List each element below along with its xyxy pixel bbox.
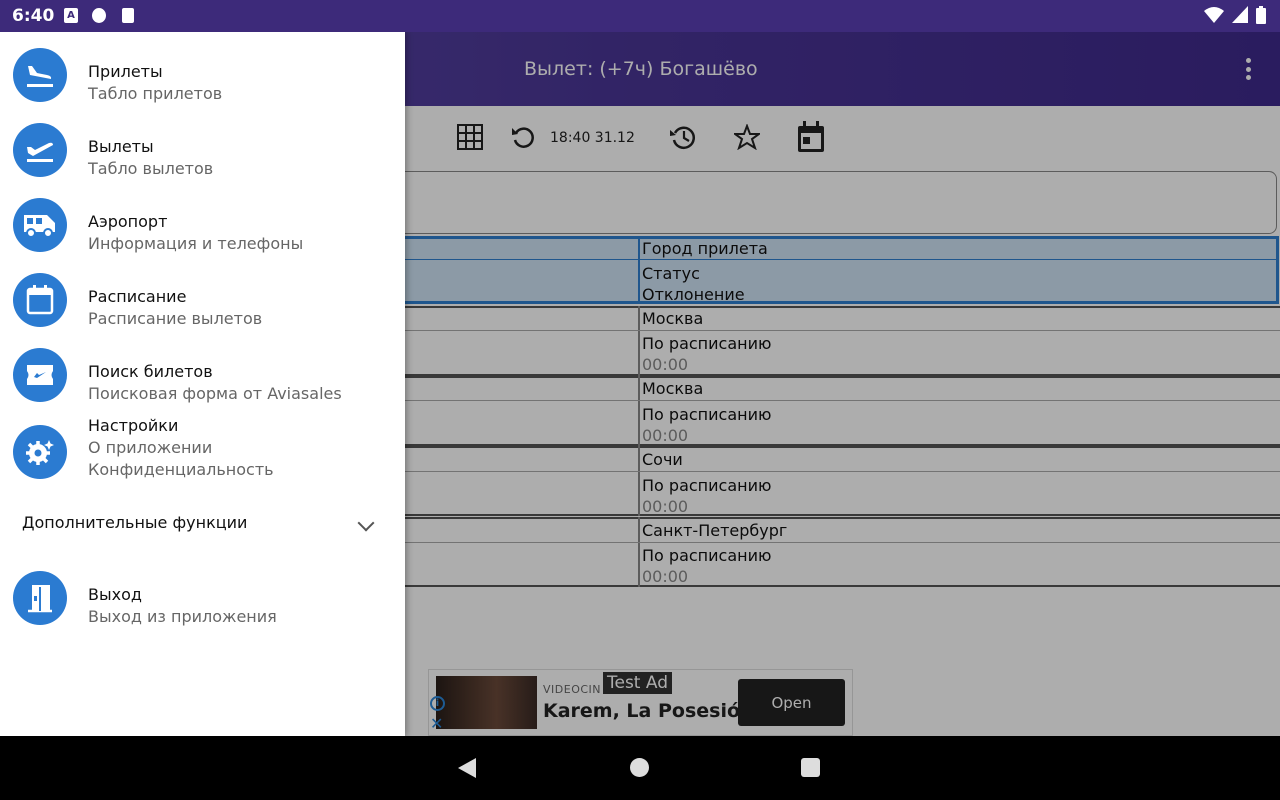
status-time: 6:40 (12, 6, 55, 26)
notification-app-icon (92, 8, 106, 23)
drawer-item-departures[interactable]: Вылеты Табло вылетов (0, 117, 405, 187)
flight-land-icon (13, 48, 67, 102)
drawer-item-subtitle: Поисковая форма от Aviasales (88, 384, 342, 403)
drawer-item-arrivals[interactable]: Прилеты Табло прилетов (0, 42, 405, 112)
drawer-item-exit[interactable]: Выход Выход из приложения (0, 565, 405, 635)
cell-signal-icon (1232, 6, 1248, 23)
drawer-item-title: Прилеты (88, 62, 163, 81)
ticket-icon (13, 348, 67, 402)
drawer-item-subtitle: О приложении (88, 438, 213, 457)
status-bar: 6:40 A (0, 0, 1280, 32)
drawer-item-subtitle: Выход из приложения (88, 607, 277, 626)
drawer-item-schedule[interactable]: Расписание Расписание вылетов (0, 267, 405, 337)
recent-apps-icon[interactable] (801, 758, 820, 777)
drawer-item-subtitle-2: Конфиденциальность (88, 460, 274, 479)
drawer-item-settings[interactable]: Настройки О приложении Конфиденциальност… (0, 410, 405, 490)
sd-card-icon (122, 8, 134, 23)
drawer-item-title: Выход (88, 585, 142, 604)
drawer-item-title: Настройки (88, 416, 179, 435)
drawer-item-title: Аэропорт (88, 212, 168, 231)
drawer-item-subtitle: Табло вылетов (88, 159, 214, 178)
drawer-item-ticket-search[interactable]: Поиск билетов Поисковая форма от Aviasal… (0, 342, 405, 412)
drawer-item-subtitle: Расписание вылетов (88, 309, 263, 328)
battery-icon (1256, 6, 1266, 24)
wifi-icon (1204, 7, 1224, 23)
back-icon[interactable] (458, 758, 476, 778)
calendar-icon (13, 273, 67, 327)
flight-takeoff-icon (13, 123, 67, 177)
drawer-item-subtitle: Табло прилетов (88, 84, 223, 103)
bus-icon (13, 198, 67, 252)
notification-a-icon: A (64, 8, 78, 23)
extra-functions-label[interactable]: Дополнительные функции (22, 513, 247, 532)
drawer-item-airport[interactable]: Аэропорт Информация и телефоны (0, 192, 405, 262)
drawer-item-subtitle: Информация и телефоны (88, 234, 304, 253)
drawer-item-title: Поиск билетов (88, 362, 213, 381)
exit-door-icon (13, 571, 67, 625)
home-icon[interactable] (630, 758, 649, 777)
settings-icon (13, 425, 67, 479)
drawer-item-title: Расписание (88, 287, 187, 306)
drawer-item-title: Вылеты (88, 137, 154, 156)
